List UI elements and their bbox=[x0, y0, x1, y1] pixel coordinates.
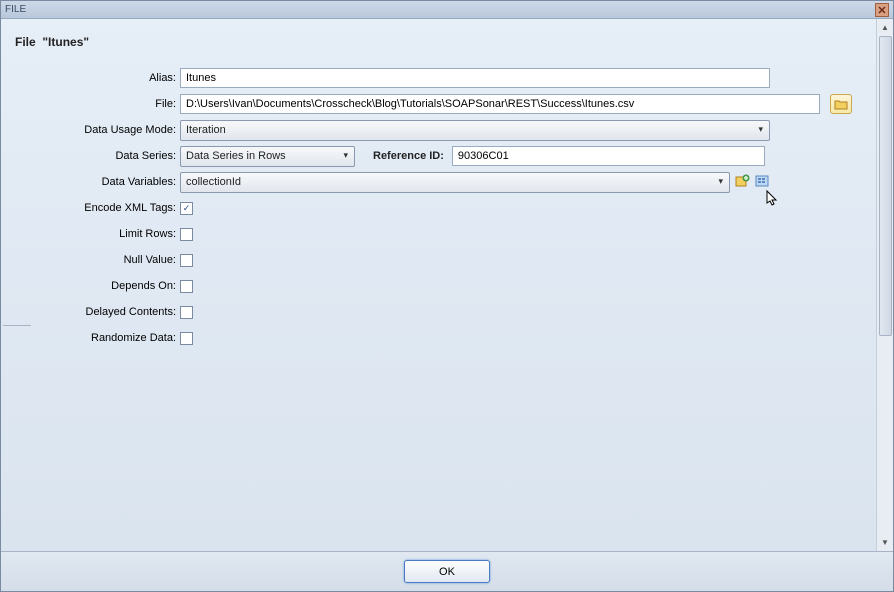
row-data-usage-mode: Data Usage Mode: Iteration bbox=[15, 119, 862, 141]
alias-input[interactable] bbox=[180, 68, 770, 88]
row-null-value: Null Value: bbox=[15, 249, 862, 271]
label-limit-rows: Limit Rows: bbox=[15, 228, 180, 240]
label-alias: Alias: bbox=[15, 72, 180, 84]
label-data-variables: Data Variables: bbox=[15, 176, 180, 188]
row-data-variables: Data Variables: collectionId bbox=[15, 171, 862, 193]
data-series-select[interactable]: Data Series in Rows bbox=[180, 146, 355, 167]
vertical-scrollbar[interactable]: ▲ ▼ bbox=[876, 19, 893, 551]
row-depends-on: Depends On: bbox=[15, 275, 862, 297]
window-title: FILE bbox=[5, 4, 26, 15]
close-icon[interactable] bbox=[875, 3, 889, 17]
titlebar: FILE bbox=[1, 1, 893, 19]
label-reference-id: Reference ID: bbox=[373, 150, 444, 162]
delayed-contents-checkbox[interactable] bbox=[180, 306, 193, 319]
heading-prefix: File bbox=[15, 35, 36, 49]
row-delayed-contents: Delayed Contents: bbox=[15, 301, 862, 323]
ok-button[interactable]: OK bbox=[404, 560, 490, 583]
edit-variable-button[interactable] bbox=[754, 174, 770, 190]
label-randomize-data: Randomize Data: bbox=[15, 332, 180, 344]
row-encode-xml-tags: Encode XML Tags: bbox=[15, 197, 862, 219]
label-file: File: bbox=[15, 98, 180, 110]
label-null-value: Null Value: bbox=[15, 254, 180, 266]
form: Alias: File: Data Usage Mode: bbox=[15, 67, 862, 349]
row-data-series: Data Series: Data Series in Rows Referen… bbox=[15, 145, 862, 167]
data-variables-select[interactable]: collectionId bbox=[180, 172, 730, 193]
scroll-thumb[interactable] bbox=[879, 36, 892, 336]
scroll-up-arrow-icon[interactable]: ▲ bbox=[877, 19, 893, 36]
button-bar: OK bbox=[1, 551, 893, 591]
scroll-down-arrow-icon[interactable]: ▼ bbox=[877, 534, 893, 551]
limit-rows-checkbox[interactable] bbox=[180, 228, 193, 241]
divider bbox=[3, 325, 31, 326]
data-usage-mode-select[interactable]: Iteration bbox=[180, 120, 770, 141]
browse-file-button[interactable] bbox=[830, 94, 852, 114]
row-limit-rows: Limit Rows: bbox=[15, 223, 862, 245]
depends-on-checkbox[interactable] bbox=[180, 280, 193, 293]
heading: File "Itunes" bbox=[15, 35, 862, 49]
row-file: File: bbox=[15, 93, 862, 115]
label-encode-xml-tags: Encode XML Tags: bbox=[15, 202, 180, 214]
file-dialog-window: FILE File "Itunes" Alias: File: bbox=[0, 0, 894, 592]
reference-id-input[interactable] bbox=[452, 146, 765, 166]
body-area: File "Itunes" Alias: File: bbox=[1, 19, 893, 551]
label-depends-on: Depends On: bbox=[15, 280, 180, 292]
add-variable-icon bbox=[734, 174, 750, 190]
content: File "Itunes" Alias: File: bbox=[1, 19, 876, 551]
label-data-usage-mode: Data Usage Mode: bbox=[15, 124, 180, 136]
add-variable-button[interactable] bbox=[734, 174, 750, 190]
label-data-series: Data Series: bbox=[15, 150, 180, 162]
row-alias: Alias: bbox=[15, 67, 862, 89]
heading-file-name: "Itunes" bbox=[42, 35, 89, 49]
row-randomize-data: Randomize Data: bbox=[15, 327, 862, 349]
edit-variable-icon bbox=[754, 174, 770, 190]
file-path-input[interactable] bbox=[180, 94, 820, 114]
randomize-data-checkbox[interactable] bbox=[180, 332, 193, 345]
label-delayed-contents: Delayed Contents: bbox=[15, 306, 180, 318]
encode-xml-tags-checkbox[interactable] bbox=[180, 202, 193, 215]
folder-icon bbox=[834, 99, 848, 110]
null-value-checkbox[interactable] bbox=[180, 254, 193, 267]
